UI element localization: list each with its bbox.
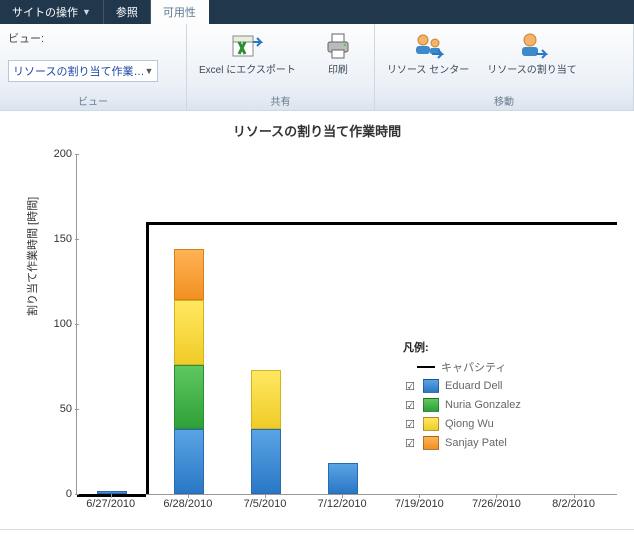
bar-stack <box>174 249 204 494</box>
x-tick-label: 7/26/2010 <box>472 498 521 510</box>
ribbon-group-share: Excel にエクスポート 印刷 共有 <box>187 24 375 110</box>
y-tick <box>75 409 79 410</box>
y-tick <box>75 324 79 325</box>
capacity-line-icon <box>417 366 435 368</box>
print-label: 印刷 <box>328 65 348 77</box>
legend-series-label: Eduard Dell <box>445 380 573 392</box>
bar-segment <box>174 249 204 300</box>
resource-center-icon <box>412 30 444 62</box>
y-tick-label: 100 <box>48 318 72 330</box>
x-tick-label: 7/12/2010 <box>318 498 367 510</box>
ribbon-group-view-label: ビュー <box>8 91 178 108</box>
x-tick-label: 8/2/2010 <box>552 498 595 510</box>
capacity-line <box>224 222 301 225</box>
bar-segment <box>174 365 204 430</box>
browse-tab[interactable]: 参照 <box>104 0 151 24</box>
view-dropdown[interactable]: リソースの割り当て作業… ▼ <box>8 60 158 82</box>
site-actions-tab[interactable]: サイトの操作 ▼ <box>0 0 104 24</box>
y-tick-label: 150 <box>48 233 72 245</box>
availability-label: 可用性 <box>163 4 196 20</box>
x-tick-label: 7/19/2010 <box>395 498 444 510</box>
print-button[interactable]: 印刷 <box>310 28 366 79</box>
resource-center-button[interactable]: リソース センター <box>383 28 473 79</box>
x-tick <box>111 494 112 498</box>
resource-assign-icon <box>516 30 548 62</box>
view-label: ビュー: <box>8 30 44 46</box>
legend-series-row: ☑ Qiong Wu <box>403 416 573 432</box>
export-excel-label: Excel にエクスポート <box>199 65 296 77</box>
bar-stack <box>251 370 281 494</box>
ribbon-group-move-label: 移動 <box>383 91 625 108</box>
legend-swatch <box>423 436 439 450</box>
x-tick <box>342 494 343 498</box>
ribbon-group-move: リソース センター リソースの割り当て 移動 <box>375 24 634 110</box>
legend-capacity-row: キャパシティ <box>403 359 573 375</box>
bar-segment <box>174 429 204 494</box>
browse-label: 参照 <box>116 4 138 20</box>
y-tick-label: 50 <box>48 403 72 415</box>
availability-tab[interactable]: 可用性 <box>151 0 209 24</box>
x-tick <box>265 494 266 498</box>
bar-segment <box>328 463 358 494</box>
y-tick <box>75 154 79 155</box>
x-tick <box>574 494 575 498</box>
legend-swatch <box>423 379 439 393</box>
chevron-down-icon: ▼ <box>82 7 91 17</box>
legend-title: 凡例: <box>403 339 573 355</box>
x-tick <box>496 494 497 498</box>
resource-assign-button[interactable]: リソースの割り当て <box>483 28 581 79</box>
printer-icon <box>322 30 354 62</box>
legend-series-row: ☑ Sanjay Patel <box>403 435 573 451</box>
x-tick <box>419 494 420 498</box>
chevron-down-icon: ▼ <box>144 66 153 76</box>
excel-export-icon <box>231 30 263 62</box>
legend-checkbox[interactable]: ☑ <box>403 437 417 450</box>
x-tick <box>188 494 189 498</box>
legend-series-label: Sanjay Patel <box>445 437 573 449</box>
capacity-line <box>301 222 378 225</box>
ribbon-group-view: ビュー: リソースの割り当て作業… ▼ ビュー <box>0 24 187 110</box>
export-excel-button[interactable]: Excel にエクスポート <box>195 28 300 79</box>
y-tick <box>75 239 79 240</box>
resource-center-label: リソース センター <box>387 65 469 77</box>
bar-stack <box>328 463 358 494</box>
legend-capacity-label: キャパシティ <box>441 359 573 375</box>
capacity-line <box>146 222 223 225</box>
ribbon: ビュー: リソースの割り当て作業… ▼ ビュー Excel にエク <box>0 24 634 111</box>
bar-segment <box>251 370 281 430</box>
x-tick-label: 6/27/2010 <box>86 498 135 510</box>
site-actions-label: サイトの操作 <box>12 4 78 20</box>
resource-assign-label: リソースの割り当て <box>487 65 577 77</box>
legend-series-row: ☑ Nuria Gonzalez <box>403 397 573 413</box>
x-tick-label: 7/5/2010 <box>244 498 287 510</box>
y-axis-label: 割り当て作業時間 [時間] <box>24 197 40 316</box>
capacity-line <box>378 222 455 225</box>
legend-checkbox[interactable]: ☑ <box>403 380 417 393</box>
legend-checkbox[interactable]: ☑ <box>403 418 417 431</box>
capacity-line <box>532 222 617 225</box>
x-tick-label: 6/28/2010 <box>163 498 212 510</box>
capacity-line <box>455 222 532 225</box>
legend-swatch <box>423 398 439 412</box>
capacity-line <box>146 222 149 494</box>
view-dropdown-text: リソースの割り当て作業… <box>13 63 144 79</box>
y-tick-label: 0 <box>48 488 72 500</box>
capacity-line <box>77 494 146 497</box>
legend-series-label: Qiong Wu <box>445 418 573 430</box>
legend-series-label: Nuria Gonzalez <box>445 399 573 411</box>
chart-panel: リソースの割り当て作業時間 割り当て作業時間 [時間] 凡例: キャパシティ ☑… <box>0 111 634 530</box>
legend-checkbox[interactable]: ☑ <box>403 399 417 412</box>
tab-strip: サイトの操作 ▼ 参照 可用性 <box>0 0 634 24</box>
legend: 凡例: キャパシティ ☑ Eduard Dell ☑ Nuria Gonzalez ☑ Q… <box>403 339 573 454</box>
torn-edge <box>0 530 634 536</box>
ribbon-group-share-label: 共有 <box>195 91 366 108</box>
chart: 割り当て作業時間 [時間] 凡例: キャパシティ ☑ Eduard Dell ☑ Nu… <box>8 144 626 524</box>
y-tick-label: 200 <box>48 148 72 160</box>
legend-swatch <box>423 417 439 431</box>
legend-series-row: ☑ Eduard Dell <box>403 378 573 394</box>
chart-title: リソースの割り当て作業時間 <box>8 121 626 140</box>
bar-segment <box>251 429 281 494</box>
y-tick <box>75 494 79 495</box>
bar-segment <box>174 300 204 365</box>
